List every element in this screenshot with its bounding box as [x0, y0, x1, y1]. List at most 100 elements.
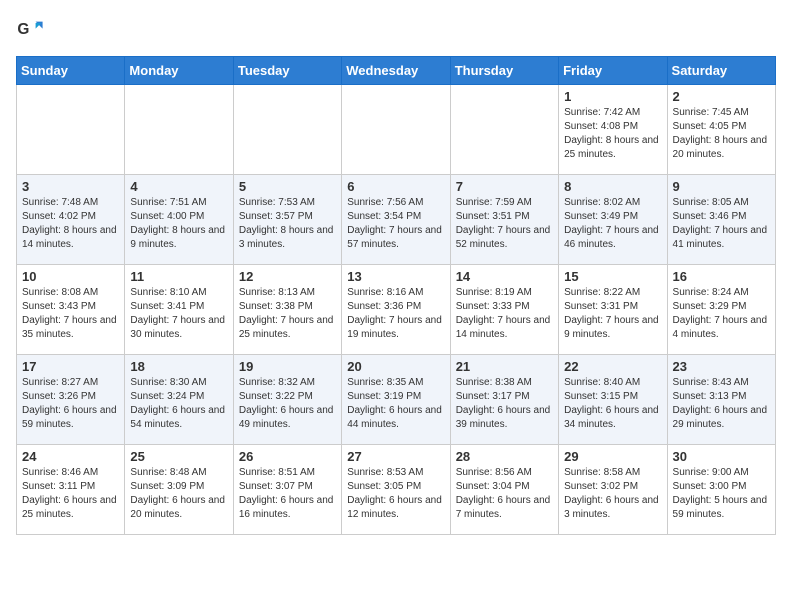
day-number: 17	[22, 359, 119, 374]
day-detail: Sunrise: 7:42 AM Sunset: 4:08 PM Dayligh…	[564, 106, 661, 162]
day-number: 2	[673, 89, 770, 104]
calendar-cell	[233, 85, 341, 175]
day-detail: Sunrise: 8:19 AM Sunset: 3:33 PM Dayligh…	[456, 286, 553, 342]
header-day-saturday: Saturday	[667, 57, 775, 85]
header-day-tuesday: Tuesday	[233, 57, 341, 85]
calendar-cell: 29 Sunrise: 8:58 AM Sunset: 3:02 PM Dayli…	[559, 445, 667, 535]
day-detail: Sunrise: 8:02 AM Sunset: 3:49 PM Dayligh…	[564, 196, 661, 252]
day-detail: Sunrise: 7:59 AM Sunset: 3:51 PM Dayligh…	[456, 196, 553, 252]
day-detail: Sunrise: 8:35 AM Sunset: 3:19 PM Dayligh…	[347, 376, 444, 432]
day-number: 25	[130, 449, 227, 464]
week-row-2: 3Sunrise: 7:48 AM Sunset: 4:02 PM Daylig…	[17, 175, 776, 265]
calendar-cell: 23Sunrise: 8:43 AM Sunset: 3:13 PM Dayli…	[667, 355, 775, 445]
day-number: 1	[564, 89, 661, 104]
calendar-cell: 22Sunrise: 8:40 AM Sunset: 3:15 PM Dayli…	[559, 355, 667, 445]
calendar-cell: 15 Sunrise: 8:22 AM Sunset: 3:31 PM Dayli…	[559, 265, 667, 355]
day-number: 3	[22, 179, 119, 194]
day-detail: Sunrise: 8:05 AM Sunset: 3:46 PM Dayligh…	[673, 196, 770, 252]
calendar-cell: 12 Sunrise: 8:13 AM Sunset: 3:38 PM Dayli…	[233, 265, 341, 355]
calendar-cell: 27Sunrise: 8:53 AM Sunset: 3:05 PM Dayli…	[342, 445, 450, 535]
day-number: 4	[130, 179, 227, 194]
calendar-cell: 13 Sunrise: 8:16 AM Sunset: 3:36 PM Dayli…	[342, 265, 450, 355]
week-row-4: 17 Sunrise: 8:27 AM Sunset: 3:26 PM Dayli…	[17, 355, 776, 445]
calendar-cell: 5 Sunrise: 7:53 AM Sunset: 3:57 PM Daylig…	[233, 175, 341, 265]
day-detail: Sunrise: 8:38 AM Sunset: 3:17 PM Dayligh…	[456, 376, 553, 432]
day-number: 14	[456, 269, 553, 284]
day-number: 6	[347, 179, 444, 194]
header-day-thursday: Thursday	[450, 57, 558, 85]
day-detail: Sunrise: 8:32 AM Sunset: 3:22 PM Dayligh…	[239, 376, 336, 432]
calendar-cell: 18 Sunrise: 8:30 AM Sunset: 3:24 PM Dayli…	[125, 355, 233, 445]
day-detail: Sunrise: 8:08 AM Sunset: 3:43 PM Dayligh…	[22, 286, 119, 342]
day-detail: Sunrise: 8:13 AM Sunset: 3:38 PM Dayligh…	[239, 286, 336, 342]
calendar-cell: 7 Sunrise: 7:59 AM Sunset: 3:51 PM Daylig…	[450, 175, 558, 265]
day-number: 19	[239, 359, 336, 374]
day-detail: Sunrise: 8:51 AM Sunset: 3:07 PM Dayligh…	[239, 466, 336, 522]
week-row-5: 24 Sunrise: 8:46 AM Sunset: 3:11 PM Dayli…	[17, 445, 776, 535]
calendar-cell: 6 Sunrise: 7:56 AM Sunset: 3:54 PM Daylig…	[342, 175, 450, 265]
header-day-friday: Friday	[559, 57, 667, 85]
day-detail: Sunrise: 8:58 AM Sunset: 3:02 PM Dayligh…	[564, 466, 661, 522]
day-detail: Sunrise: 8:30 AM Sunset: 3:24 PM Dayligh…	[130, 376, 227, 432]
day-number: 13	[347, 269, 444, 284]
calendar-header: SundayMondayTuesdayWednesdayThursdayFrid…	[17, 57, 776, 85]
day-detail: Sunrise: 8:46 AM Sunset: 3:11 PM Dayligh…	[22, 466, 119, 522]
calendar-cell: 9 Sunrise: 8:05 AM Sunset: 3:46 PM Daylig…	[667, 175, 775, 265]
calendar-cell: 20 Sunrise: 8:35 AM Sunset: 3:19 PM Dayli…	[342, 355, 450, 445]
day-number: 26	[239, 449, 336, 464]
header-day-monday: Monday	[125, 57, 233, 85]
svg-text:G: G	[17, 21, 29, 38]
day-number: 5	[239, 179, 336, 194]
day-number: 21	[456, 359, 553, 374]
calendar-cell: 30 Sunrise: 9:00 AM Sunset: 3:00 PM Dayli…	[667, 445, 775, 535]
day-detail: Sunrise: 7:53 AM Sunset: 3:57 PM Dayligh…	[239, 196, 336, 252]
calendar-table: SundayMondayTuesdayWednesdayThursdayFrid…	[16, 56, 776, 535]
day-number: 30	[673, 449, 770, 464]
day-detail: Sunrise: 7:56 AM Sunset: 3:54 PM Dayligh…	[347, 196, 444, 252]
day-number: 27	[347, 449, 444, 464]
calendar-body: 1 Sunrise: 7:42 AM Sunset: 4:08 PM Daylig…	[17, 85, 776, 535]
logo-icon: G	[16, 16, 44, 44]
calendar-cell: 24 Sunrise: 8:46 AM Sunset: 3:11 PM Dayli…	[17, 445, 125, 535]
day-detail: Sunrise: 9:00 AM Sunset: 3:00 PM Dayligh…	[673, 466, 770, 522]
day-number: 16	[673, 269, 770, 284]
logo: G	[16, 16, 48, 44]
day-detail: Sunrise: 8:56 AM Sunset: 3:04 PM Dayligh…	[456, 466, 553, 522]
calendar-cell: 3Sunrise: 7:48 AM Sunset: 4:02 PM Daylig…	[17, 175, 125, 265]
day-detail: Sunrise: 8:10 AM Sunset: 3:41 PM Dayligh…	[130, 286, 227, 342]
day-detail: Sunrise: 7:51 AM Sunset: 4:00 PM Dayligh…	[130, 196, 227, 252]
header-day-wednesday: Wednesday	[342, 57, 450, 85]
header: G	[16, 16, 776, 44]
calendar-cell	[125, 85, 233, 175]
calendar-cell: 2 Sunrise: 7:45 AM Sunset: 4:05 PM Daylig…	[667, 85, 775, 175]
calendar-cell: 16Sunrise: 8:24 AM Sunset: 3:29 PM Dayli…	[667, 265, 775, 355]
day-number: 29	[564, 449, 661, 464]
day-number: 10	[22, 269, 119, 284]
calendar-cell: 21 Sunrise: 8:38 AM Sunset: 3:17 PM Dayli…	[450, 355, 558, 445]
calendar-cell: 25Sunrise: 8:48 AM Sunset: 3:09 PM Dayli…	[125, 445, 233, 535]
header-row: SundayMondayTuesdayWednesdayThursdayFrid…	[17, 57, 776, 85]
day-number: 12	[239, 269, 336, 284]
day-number: 9	[673, 179, 770, 194]
day-number: 28	[456, 449, 553, 464]
calendar-cell	[450, 85, 558, 175]
day-number: 23	[673, 359, 770, 374]
day-detail: Sunrise: 7:45 AM Sunset: 4:05 PM Dayligh…	[673, 106, 770, 162]
day-number: 15	[564, 269, 661, 284]
day-number: 7	[456, 179, 553, 194]
calendar-cell	[17, 85, 125, 175]
day-number: 18	[130, 359, 227, 374]
calendar-cell: 19 Sunrise: 8:32 AM Sunset: 3:22 PM Dayli…	[233, 355, 341, 445]
day-number: 20	[347, 359, 444, 374]
calendar-cell: 26 Sunrise: 8:51 AM Sunset: 3:07 PM Dayli…	[233, 445, 341, 535]
calendar-cell: 1 Sunrise: 7:42 AM Sunset: 4:08 PM Daylig…	[559, 85, 667, 175]
calendar-cell: 4 Sunrise: 7:51 AM Sunset: 4:00 PM Daylig…	[125, 175, 233, 265]
day-number: 24	[22, 449, 119, 464]
day-detail: Sunrise: 8:27 AM Sunset: 3:26 PM Dayligh…	[22, 376, 119, 432]
day-detail: Sunrise: 8:22 AM Sunset: 3:31 PM Dayligh…	[564, 286, 661, 342]
calendar-cell: 8 Sunrise: 8:02 AM Sunset: 3:49 PM Daylig…	[559, 175, 667, 265]
week-row-3: 10 Sunrise: 8:08 AM Sunset: 3:43 PM Dayli…	[17, 265, 776, 355]
day-detail: Sunrise: 8:16 AM Sunset: 3:36 PM Dayligh…	[347, 286, 444, 342]
day-number: 8	[564, 179, 661, 194]
calendar-cell	[342, 85, 450, 175]
